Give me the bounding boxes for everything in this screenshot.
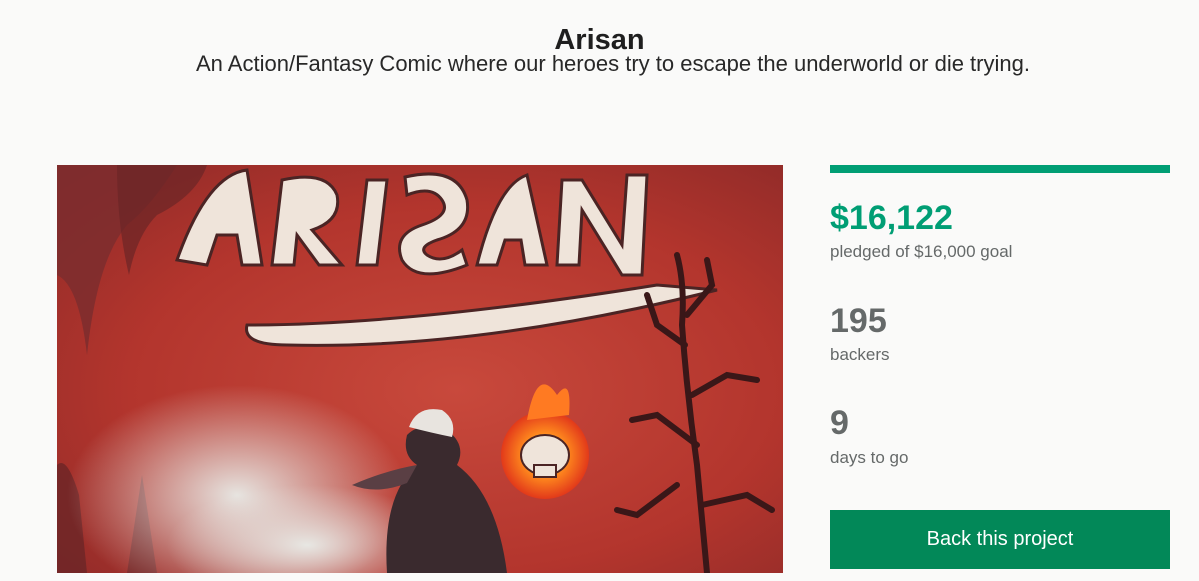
comic-cover-art [57, 165, 783, 573]
backers-count: 195 [830, 302, 887, 340]
back-this-project-button[interactable]: Back this project [830, 510, 1170, 569]
funding-progress-bar [830, 165, 1170, 173]
funding-progress-fill [830, 165, 1170, 173]
backers-label: backers [830, 345, 890, 364]
project-subtitle: An Action/Fantasy Comic where our heroes… [196, 51, 1030, 76]
pledged-amount: $16,122 [830, 199, 953, 237]
project-hero-image[interactable] [57, 165, 783, 573]
pledged-label: pledged of $16,000 goal [830, 242, 1013, 261]
days-remaining-count: 9 [830, 404, 849, 442]
funding-stats: $16,122 pledged of $16,000 goal 195 back… [830, 165, 1170, 569]
days-remaining-label: days to go [830, 448, 909, 467]
